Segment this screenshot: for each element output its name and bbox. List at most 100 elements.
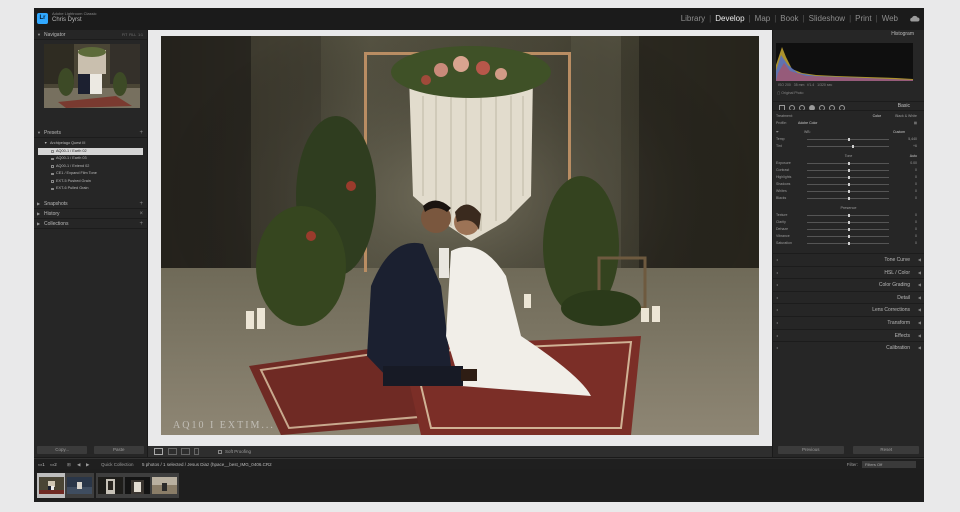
cloud-sync-icon[interactable] (909, 15, 920, 22)
profile-browser-icon[interactable]: ▦ (914, 120, 917, 127)
tone-slider-track[interactable] (807, 190, 889, 193)
previous-button[interactable]: Previous (777, 446, 844, 454)
panel-header-color-grading[interactable]: ◂ Color Grading ◀ (773, 278, 924, 291)
wb-slider-value[interactable]: +6 (913, 143, 917, 150)
add-collection-icon[interactable]: + (139, 219, 143, 229)
checkbox-icon[interactable] (218, 449, 222, 454)
slider-knob[interactable] (848, 176, 850, 179)
screen-2-icon[interactable]: ▭2 (50, 461, 57, 468)
slider-knob[interactable] (848, 190, 850, 193)
presence-slider-value[interactable]: 0 (915, 233, 917, 240)
soft-proofing-toggle[interactable]: Soft Proofing (218, 448, 251, 455)
tone-slider-track[interactable] (807, 197, 889, 200)
module-book[interactable]: Book (778, 14, 800, 23)
panel-switch-icon[interactable]: ◂ (776, 342, 778, 355)
tone-slider-value[interactable]: 0 (915, 188, 917, 195)
histogram-label[interactable]: Histogram (891, 31, 914, 37)
add-preset-icon[interactable]: + (139, 128, 143, 138)
wb-slider-track[interactable] (807, 138, 889, 141)
navigator-zoom-options[interactable]: FIT FILL 1:1 (122, 30, 143, 40)
reset-button[interactable]: Reset (853, 446, 920, 454)
filmstrip-thumb[interactable] (150, 473, 179, 498)
screen-1-icon[interactable]: ▭1 (38, 461, 45, 468)
filter-select[interactable]: Filters Off (862, 461, 916, 468)
presence-slider-track[interactable] (807, 235, 889, 238)
preset-item[interactable]: AQ00-1 / Earth 02 (38, 147, 143, 155)
slider-knob[interactable] (848, 214, 850, 217)
wb-select[interactable]: Custom (893, 129, 905, 136)
navigator-header[interactable]: ▼ Navigator FIT FILL 1:1 (34, 30, 147, 40)
tone-slider-track[interactable] (807, 176, 889, 179)
filmstrip-thumb[interactable] (123, 473, 152, 498)
panel-header-transform[interactable]: ◂ Transform ◀ (773, 315, 924, 329)
slider-knob[interactable] (848, 162, 850, 165)
navigator-preview[interactable] (44, 44, 140, 108)
presence-slider-value[interactable]: 0 (915, 226, 917, 233)
tone-slider-value[interactable]: 0 (915, 174, 917, 181)
tone-slider-track[interactable] (807, 169, 889, 172)
swap-icon[interactable] (194, 448, 199, 455)
tone-slider-track[interactable] (807, 183, 889, 186)
grid-icon[interactable]: ⊞ (67, 461, 71, 468)
eyedropper-icon[interactable]: ✒ (776, 130, 779, 134)
module-map[interactable]: Map (753, 14, 773, 23)
source-label[interactable]: Quick Collection (101, 461, 134, 468)
paste-button[interactable]: Paste (93, 446, 144, 454)
panel-header-tone-curve[interactable]: ◂ Tone Curve ◀ (773, 253, 924, 266)
slider-knob[interactable] (848, 242, 850, 245)
presence-slider-track[interactable] (807, 228, 889, 231)
wb-slider-track[interactable] (807, 145, 889, 148)
presence-slider-track[interactable] (807, 221, 889, 224)
slider-knob[interactable] (848, 235, 850, 238)
collections-header[interactable]: ▶ Collections + (34, 219, 147, 229)
presence-slider-value[interactable]: 0 (915, 212, 917, 219)
before-after-icon[interactable] (168, 448, 177, 455)
module-web[interactable]: Web (880, 14, 900, 23)
presence-slider-value[interactable]: 0 (915, 240, 917, 247)
slider-knob[interactable] (848, 221, 850, 224)
slider-knob[interactable] (848, 169, 850, 172)
preset-item[interactable]: AQ00-1 / Earth 03 (38, 155, 143, 163)
preset-item[interactable]: EXT-5 Pushed Grain (38, 178, 143, 186)
slider-knob[interactable] (852, 145, 854, 148)
module-slideshow[interactable]: Slideshow (807, 14, 847, 23)
module-library[interactable]: Library (679, 14, 707, 23)
wb-slider-value[interactable]: 5,440 (908, 136, 917, 143)
photo-canvas[interactable]: AQ10 I EXTIM... (148, 30, 772, 446)
before-after-split-icon[interactable] (181, 448, 190, 455)
tone-slider-value[interactable]: 0 (915, 167, 917, 174)
tone-slider-track[interactable] (807, 162, 889, 165)
module-print[interactable]: Print (853, 14, 873, 23)
tone-slider-value[interactable]: 0 (915, 181, 917, 188)
history-header[interactable]: ▶ History × (34, 209, 147, 219)
tone-auto-button[interactable]: Auto (910, 153, 917, 160)
slider-knob[interactable] (848, 183, 850, 186)
presets-header[interactable]: ▼ Presets + (34, 128, 147, 138)
loupe-view-icon[interactable] (154, 448, 163, 455)
snapshots-header[interactable]: ▶ Snapshots + (34, 199, 147, 209)
clear-history-icon[interactable]: × (139, 209, 143, 219)
profile-select[interactable]: Adobe Color (798, 120, 817, 127)
filmstrip-thumb[interactable] (37, 473, 66, 498)
treatment-bw[interactable]: Black & White (895, 113, 917, 120)
panel-header-calibration[interactable]: ◂ Calibration ◀ (773, 341, 924, 354)
panel-header-detail[interactable]: ◂ Detail ◀ (773, 290, 924, 304)
copy-button[interactable]: Copy... (37, 446, 88, 454)
panel-header-hsl-color[interactable]: ◂ HSL / Color ◀ (773, 265, 924, 279)
slider-knob[interactable] (848, 138, 850, 141)
preset-item[interactable]: AQ00-1 / Extend 02 (38, 163, 143, 171)
tone-slider-value[interactable]: 0 (915, 195, 917, 202)
preset-group[interactable]: ▼ Archipelago Quest III (38, 140, 143, 148)
add-snapshot-icon[interactable]: + (139, 199, 143, 209)
forward-arrow-icon[interactable]: ▶ (86, 461, 89, 468)
panel-header-lens-corrections[interactable]: ◂ Lens Corrections ◀ (773, 303, 924, 316)
preset-item[interactable]: CE1 / Expand Film Tone (38, 170, 143, 178)
main-photo[interactable]: AQ10 I EXTIM... (161, 36, 759, 435)
presence-slider-value[interactable]: 0 (915, 219, 917, 226)
treatment-color[interactable]: Color (873, 113, 881, 120)
presence-slider-track[interactable] (807, 214, 889, 217)
back-arrow-icon[interactable]: ◀ (77, 461, 80, 468)
panel-header-effects[interactable]: ◂ Effects ◀ (773, 328, 924, 342)
module-develop[interactable]: Develop (713, 14, 746, 23)
filmstrip-thumb[interactable] (65, 473, 94, 498)
